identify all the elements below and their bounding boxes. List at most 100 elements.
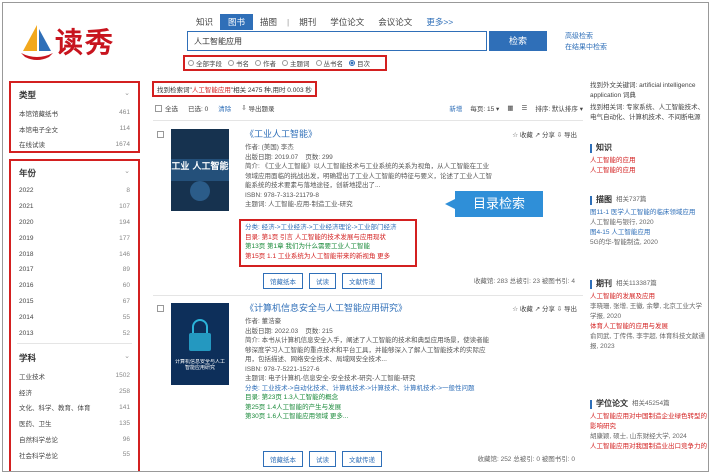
field-title[interactable]: 书名	[228, 58, 249, 68]
select-all-checkbox[interactable]: 全选	[155, 103, 178, 113]
sort-select[interactable]: 排序: 默认排序 ▾	[535, 103, 583, 113]
selected-count: 已选: 0	[188, 106, 209, 113]
field-all[interactable]: 全部字段	[188, 58, 222, 68]
tab-journals[interactable]: 期刊	[292, 15, 323, 29]
facet-item[interactable]: 2017 89	[11, 262, 138, 278]
facet-item[interactable]: 本馆电子全文 114	[11, 121, 138, 137]
related-terms[interactable]: 找到相关词: 专家系统、人工智能技术、电气自动化、计算机技术、不间断电源	[590, 103, 708, 122]
facet-item[interactable]: 2013 52	[11, 325, 138, 341]
image-item[interactable]: 图11-1 医学人工智能的临床领域应用	[590, 208, 708, 218]
facet-item[interactable]: 2014 55	[11, 309, 138, 325]
tab-books[interactable]: 图书	[220, 14, 254, 30]
search-button[interactable]: 检索	[489, 31, 547, 51]
grid-view-icon[interactable]: ▦	[507, 104, 513, 112]
advanced-search-link[interactable]: 高级检索	[565, 31, 607, 42]
book-buttons: 馆藏纸本 试读 文献传递	[263, 451, 382, 467]
checkbox-icon[interactable]	[157, 305, 164, 312]
search-within-link[interactable]: 在结果中检索	[565, 42, 607, 53]
facet-item[interactable]: 2020 194	[11, 215, 138, 231]
search-type-tabs: 知识 图书 描图 | 期刊 学位论文 会议论文 更多>>	[189, 13, 460, 31]
facet-item[interactable]: 经济 258	[11, 384, 138, 400]
journal-item[interactable]: 体育人工智能的应用与发展	[590, 322, 708, 332]
newest-button[interactable]: 新增	[449, 103, 462, 113]
book-author: 作者: (美国) 李杰	[245, 144, 294, 151]
toc-entry: 第25页 1.4人工智能的产生与发展	[245, 403, 342, 411]
chevron-down-icon: ⌄	[124, 90, 130, 97]
tab-conference[interactable]: 会议论文	[371, 15, 419, 29]
book-title[interactable]: 《工业人工智能》	[245, 127, 317, 140]
section-header: 学位论文 相关45254篇	[590, 399, 708, 409]
radio-selected-icon	[349, 60, 355, 66]
field-author[interactable]: 作者	[255, 58, 276, 68]
facet-item[interactable]: 2016 60	[11, 278, 138, 294]
facet-item[interactable]: 2022 8	[11, 183, 138, 199]
facet-item[interactable]: 医药、卫生 135	[11, 415, 138, 431]
field-toc[interactable]: 目次	[349, 58, 370, 68]
book-actions[interactable]: ☆ 收藏 ↗ 分享 ⇩ 导出	[512, 129, 577, 139]
tab-theses[interactable]: 学位论文	[323, 15, 371, 29]
facet-item[interactable]: 2021 107	[11, 199, 138, 215]
tab-more[interactable]: 更多>>	[419, 15, 460, 29]
facet-item[interactable]: 在线试读 1674	[11, 137, 138, 153]
thesis-item[interactable]: 人工智能应用对我国制造业出口竞争力的	[590, 442, 708, 452]
tab-knowledge[interactable]: 知识	[189, 15, 220, 29]
image-item[interactable]: 图4-15 人工智能应用	[590, 228, 708, 238]
facet-item[interactable]: 工业技术 1502	[11, 368, 138, 384]
book-cover[interactable]: 工业 人工智能	[171, 129, 229, 211]
facet-title[interactable]: 类型 ⌄	[11, 83, 138, 105]
holding-button[interactable]: 馆藏纸本	[263, 273, 303, 289]
english-keyword[interactable]: 找到外文关键词: artificial intelligence applica…	[590, 81, 708, 100]
divider	[153, 120, 583, 121]
chevron-down-icon: ⌄	[124, 168, 130, 175]
toc-entry[interactable]: 第15页 1.1 工业系统为人工智能带来的新视角 更多	[245, 252, 411, 262]
result-summary: 找到检索词"人工智能应用"相关 2475 种,用时 0.003 秒	[152, 81, 317, 97]
related-keywords: 找到外文关键词: artificial intelligence applica…	[590, 81, 708, 122]
toc-entry[interactable]: 第13页 第1章 我们为什么需要工业人工智能	[245, 242, 411, 252]
facet-item[interactable]: 2015 67	[11, 294, 138, 310]
book-isbn: ISBN: 978-7-5221-1527-6	[245, 365, 320, 373]
preview-button[interactable]: 试读	[309, 451, 336, 467]
export-icon: ⇩	[241, 105, 249, 112]
facet-title[interactable]: 学科 ⌄	[11, 346, 138, 368]
delivery-button[interactable]: 文献传递	[342, 273, 382, 289]
checkbox-icon[interactable]	[157, 131, 164, 138]
book-classification[interactable]: 分类: 经济->工业经济->工业经济理论->工业部门经济	[245, 223, 411, 233]
facet-item[interactable]: 2018 146	[11, 246, 138, 262]
facet-item[interactable]: 自然科学总论 96	[11, 431, 138, 447]
clear-button[interactable]: 清除	[218, 103, 231, 113]
field-series[interactable]: 丛书名	[315, 58, 343, 68]
list-view-icon[interactable]: ☰	[521, 104, 527, 112]
search-input[interactable]: 人工智能应用	[187, 31, 487, 51]
book-actions[interactable]: ☆ 收藏 ↗ 分享 ⇩ 导出	[512, 303, 577, 313]
facet-year-subject: 年份 ⌄ 2022 8 2021 107 2020 194 2019 177 2018 14…	[9, 159, 140, 471]
journal-item-meta: 李晓珊, 张增, 王徽, 余攀, 北京工业大学学报, 2020	[590, 303, 702, 320]
book-title[interactable]: 《计算机信息安全与人工智能应用研究》	[245, 301, 407, 314]
facet-item[interactable]: 2019 177	[11, 230, 138, 246]
export-button[interactable]: ⇩ 导出题录	[241, 103, 274, 113]
journal-item[interactable]: 人工智能的发展及应用	[590, 292, 708, 302]
facet-item[interactable]: 本馆馆藏纸书 461	[11, 105, 138, 121]
preview-button[interactable]: 试读	[309, 273, 336, 289]
sidebar-theses: 学位论文 相关45254篇 人工智能应用对中国制造企业绿色转型的影响研究 胡康颖,…	[590, 399, 708, 452]
radio-icon	[282, 60, 288, 66]
facet-title[interactable]: 年份 ⌄	[11, 161, 138, 183]
sailboat-logo-icon	[21, 25, 53, 60]
delivery-button[interactable]: 文献传递	[342, 451, 382, 467]
book-classification: 分类: 工业技术->自动化技术、计算机技术->计算技术、计算机技术->一般性问题	[245, 384, 475, 392]
toc-search-callout: 目录检索	[445, 191, 543, 217]
knowledge-item[interactable]: 人工智能的应用	[590, 156, 708, 166]
tab-images[interactable]: 描图	[253, 15, 284, 29]
knowledge-item[interactable]: 人工智能的应用	[590, 166, 708, 176]
field-subject[interactable]: 主题词	[282, 58, 310, 68]
book-stats: 收藏馆: 252 总被引: 0 被图书引: 0	[477, 456, 575, 463]
facet-item[interactable]: 社会科学总论 55	[11, 447, 138, 463]
per-page-select[interactable]: 每页: 15 ▾	[470, 103, 499, 113]
thesis-item-meta: 胡康颖, 硕士, 山东财经大学, 2024	[590, 433, 687, 440]
holding-button[interactable]: 馆藏纸本	[263, 451, 303, 467]
facet-item[interactable]: 文化、科学、教育、体育 141	[11, 400, 138, 416]
logo[interactable]: 读秀	[17, 21, 127, 65]
thesis-item[interactable]: 人工智能应用对中国制造企业绿色转型的影响研究	[590, 412, 708, 432]
toc-entry[interactable]: 目录: 第1页 引言 人工智能的技术发展与应用现状	[245, 233, 411, 243]
section-header: 描图 相关737篇	[590, 195, 708, 205]
book-cover[interactable]: 计算机信息安全与人工智能应用研究	[171, 303, 229, 385]
